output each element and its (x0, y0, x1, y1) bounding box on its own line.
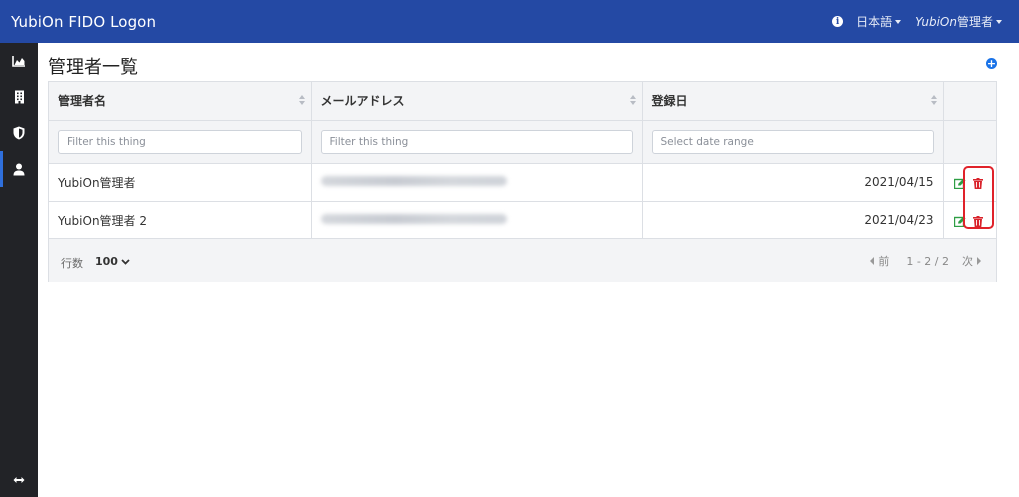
user-name-italic: YubiOn (915, 14, 957, 29)
actions-highlight-box (963, 166, 994, 229)
page-range: 1 - 2 / 2 (906, 254, 949, 268)
sidebar-toggle[interactable] (0, 463, 38, 497)
user-icon (13, 163, 25, 175)
shield-icon (13, 126, 25, 140)
rows-per-page-select[interactable]: 100 (95, 255, 130, 268)
prev-page-button[interactable]: 前 (870, 253, 889, 269)
filter-cell-empty (943, 120, 996, 164)
column-header-label: メールアドレス (320, 94, 405, 109)
date-cell: 2021/04/23 (642, 201, 944, 240)
user-name-suffix: 管理者 (956, 15, 993, 29)
name-cell: YubiOn管理者 (49, 163, 312, 202)
filter-row (49, 120, 996, 164)
pagination: 前 1 - 2 / 2 次 (870, 253, 981, 269)
sidebar (0, 43, 38, 497)
prev-page-label: 前 (878, 255, 890, 268)
next-page-button[interactable]: 次 (962, 253, 981, 269)
top-right-menu: i 日本語 YubiOn 管理者 (832, 0, 1002, 43)
column-header-name[interactable]: 管理者名 (49, 82, 312, 121)
building-icon (14, 90, 24, 104)
table-row: YubiOn管理者 2 2021/04/23 (49, 201, 996, 240)
chart-icon (12, 56, 25, 67)
column-header-actions (943, 82, 996, 121)
column-header-label: 管理者名 (58, 94, 107, 109)
sort-icon[interactable] (930, 95, 937, 107)
rows-per-page-value: 100 (95, 255, 118, 268)
info-icon[interactable]: i (832, 16, 844, 27)
sidebar-item-security[interactable] (0, 115, 38, 151)
caret-left-icon (870, 257, 875, 265)
column-header-label: 登録日 (651, 94, 688, 109)
column-header-date[interactable]: 登録日 (642, 82, 944, 121)
administrators-table-card: 管理者名 メールアドレス 登録日 Filter this thing Filte… (48, 81, 997, 282)
expand-arrows-icon (13, 477, 25, 483)
chevron-down-icon (121, 258, 130, 265)
user-dropdown[interactable]: YubiOn 管理者 (915, 13, 1002, 30)
add-administrator-icon[interactable]: + (986, 58, 997, 69)
sidebar-item-administrators[interactable] (0, 151, 38, 187)
email-cell (311, 201, 643, 240)
blurred-email (320, 214, 507, 224)
sort-icon[interactable] (298, 95, 305, 107)
table-header-row: 管理者名 メールアドレス 登録日 (49, 82, 996, 121)
caret-down-icon (895, 20, 902, 24)
next-page-label: 次 (962, 255, 973, 268)
language-label: 日本語 (856, 15, 893, 29)
blurred-email (320, 176, 507, 186)
sidebar-item-organization[interactable] (0, 79, 38, 115)
name-filter-input[interactable] (58, 129, 302, 154)
caret-down-icon (996, 20, 1002, 24)
page-title: 管理者一覧 (48, 57, 138, 78)
sidebar-item-dashboard[interactable] (0, 43, 38, 79)
filter-cell (311, 120, 643, 164)
email-filter-input[interactable] (320, 129, 633, 154)
rows-per-page-label: 行数 (61, 257, 83, 270)
main-content: 管理者一覧 + 管理者名 メールアドレス 登録日 Filter this thi… (38, 43, 1019, 497)
app-title[interactable]: YubiOn FIDO Logon (11, 13, 156, 31)
column-header-email[interactable]: メールアドレス (311, 82, 643, 121)
filter-cell (49, 120, 312, 164)
filter-cell (642, 120, 944, 164)
date-range-filter-input[interactable] (651, 129, 934, 154)
language-dropdown[interactable]: 日本語 (856, 13, 902, 30)
table-footer: 行数 100 前 1 - 2 / 2 次 (49, 238, 996, 282)
administrators-table: 管理者名 メールアドレス 登録日 Filter this thing Filte… (49, 82, 996, 240)
caret-right-icon (977, 257, 981, 265)
table-row: YubiOn管理者 2021/04/15 (49, 163, 996, 202)
sort-icon[interactable] (629, 95, 636, 107)
date-cell: 2021/04/15 (642, 163, 944, 202)
email-cell (311, 163, 643, 202)
name-cell: YubiOn管理者 2 (49, 201, 312, 240)
top-navbar: YubiOn FIDO Logon i 日本語 YubiOn 管理者 (0, 0, 1019, 43)
